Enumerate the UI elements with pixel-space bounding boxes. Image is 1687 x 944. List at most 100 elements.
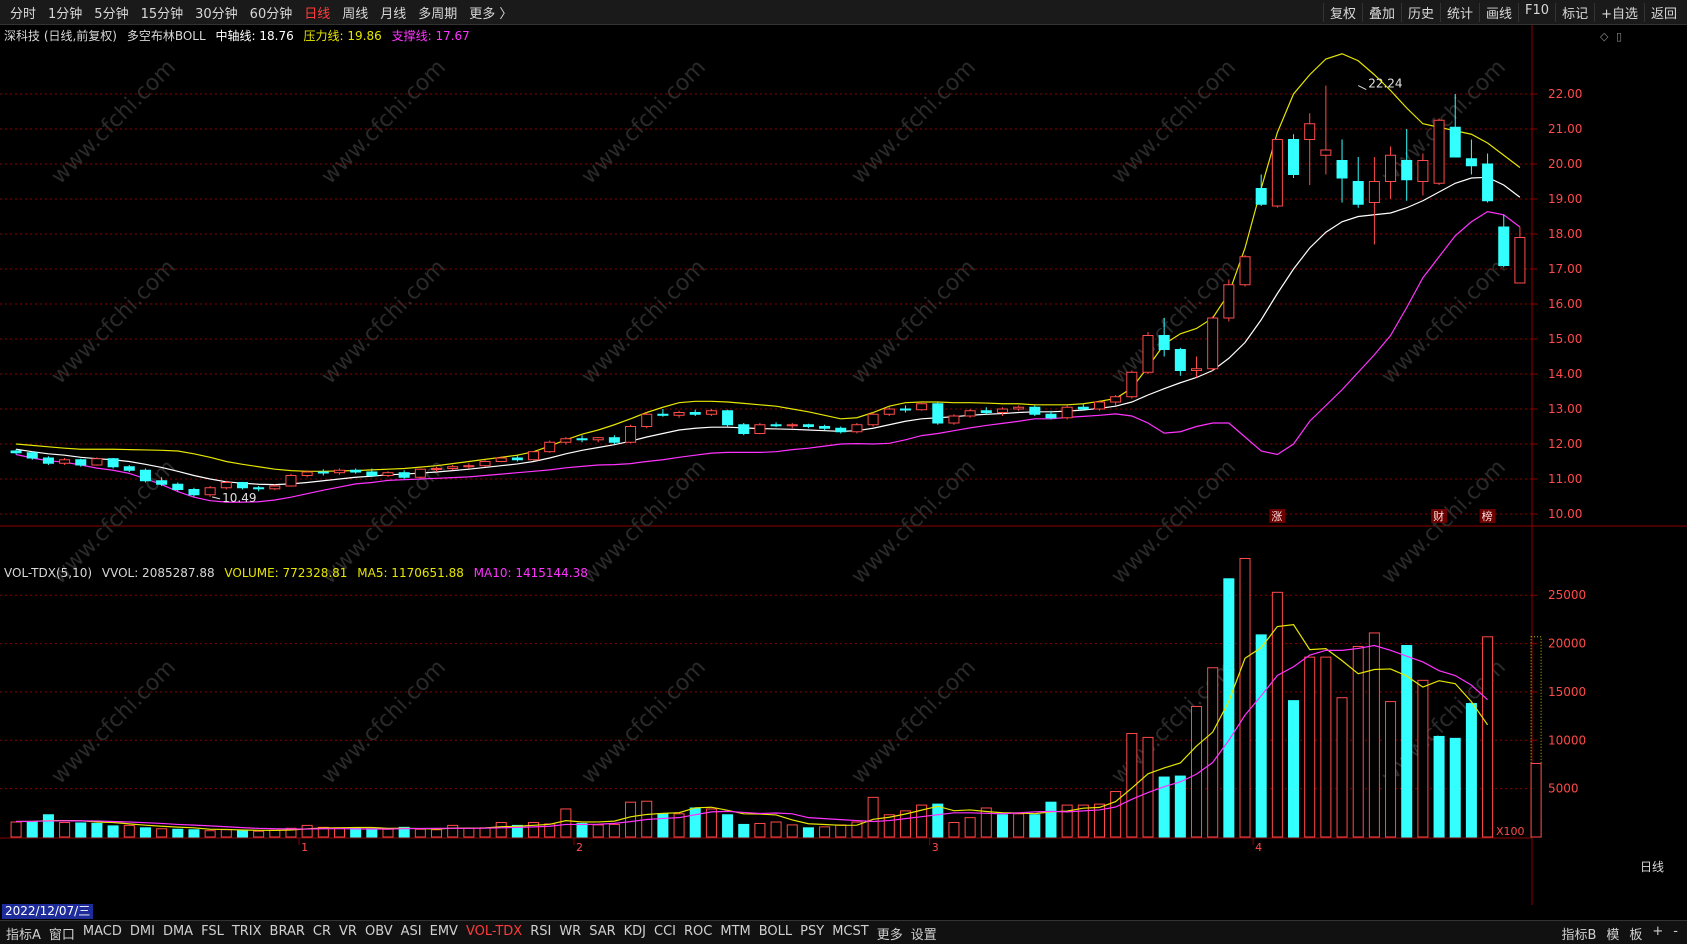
bottom-control-3[interactable]: +: [1647, 924, 1668, 943]
y-tick-label: 21.00: [1548, 122, 1582, 136]
bottom-control-1[interactable]: 模: [1601, 924, 1624, 943]
volume-bar: [156, 828, 168, 838]
action-button-0[interactable]: 复权: [1322, 3, 1362, 22]
candle-body: [1401, 160, 1413, 181]
candle-body: [414, 468, 426, 478]
candle-body: [1061, 406, 1073, 419]
volume-bar: [75, 822, 87, 838]
candle-body: [236, 482, 248, 489]
volume-bar: [1368, 632, 1380, 838]
volume-indicator-info: VOL-TDX(5,10) VVOL: 2085287.88 VOLUME: 7…: [4, 566, 594, 580]
volume-bar: [479, 827, 491, 838]
volume-bar: [722, 814, 734, 838]
period-tab-7[interactable]: 周线: [336, 3, 374, 22]
indicator-tab-23[interactable]: MCST: [828, 924, 873, 943]
action-button-5[interactable]: F10: [1518, 3, 1555, 22]
y-tick-label: 11.00: [1548, 472, 1582, 486]
period-tab-3[interactable]: 15分钟: [135, 3, 190, 22]
volume-bar: [123, 824, 135, 838]
period-tab-2[interactable]: 5分钟: [88, 3, 134, 22]
y-tick-label: 14.00: [1548, 367, 1582, 381]
period-tab-0[interactable]: 分时: [4, 3, 42, 22]
indicator-tab-8[interactable]: CR: [309, 924, 335, 943]
indicator-tab-17[interactable]: KDJ: [620, 924, 650, 943]
indicator-tab-16[interactable]: SAR: [585, 924, 619, 943]
period-tab-10[interactable]: 更多 〉: [463, 3, 518, 22]
bottom-control-4[interactable]: -: [1668, 924, 1683, 943]
candle-body: [819, 426, 831, 429]
volume-bar: [1077, 804, 1089, 838]
action-button-7[interactable]: +自选: [1594, 3, 1644, 22]
action-button-2[interactable]: 历史: [1400, 3, 1440, 22]
ma10-value: MA10: 1415144.38: [473, 566, 588, 580]
action-button-4[interactable]: 画线: [1479, 3, 1518, 22]
volume-bar: [754, 822, 766, 838]
candle-body: [366, 471, 378, 476]
candle-body: [1271, 139, 1283, 207]
bottom-control-0[interactable]: 指标B: [1556, 924, 1601, 943]
candlestick-chart[interactable]: www.cfchi.com www.cfchi.com www.cfchi.com w…: [0, 25, 1687, 918]
x-tick-label: 4: [1255, 841, 1262, 854]
action-button-6[interactable]: 标记: [1555, 3, 1594, 22]
volume-bar: [608, 823, 620, 838]
candle-body: [1158, 335, 1170, 350]
indicator-tab-18[interactable]: CCI: [650, 924, 680, 943]
indicator-tab-2[interactable]: MACD: [79, 924, 126, 943]
period-tab-4[interactable]: 30分钟: [189, 3, 244, 22]
indicator-tab-21[interactable]: BOLL: [755, 924, 796, 943]
volume-bar: [59, 821, 71, 838]
action-button-8[interactable]: 返回: [1643, 3, 1683, 22]
indicator-tab-12[interactable]: EMV: [426, 924, 462, 943]
indicator-tab-14[interactable]: RSI: [526, 924, 555, 943]
volume-bar: [269, 829, 281, 838]
candle-body: [156, 480, 168, 485]
candle-body: [1417, 160, 1429, 182]
vol-indicator-name[interactable]: VOL-TDX(5,10): [4, 566, 92, 580]
volume-bar: [1352, 645, 1364, 838]
period-tab-9[interactable]: 多周期: [412, 3, 463, 22]
period-tab-5[interactable]: 60分钟: [244, 3, 299, 22]
volume-bar: [1029, 814, 1041, 838]
indicator-tab-13[interactable]: VOL-TDX: [462, 924, 526, 943]
y-tick-label: 19.00: [1548, 192, 1582, 206]
indicator-tab-3[interactable]: DMI: [126, 924, 159, 943]
indicator-tab-19[interactable]: ROC: [680, 924, 716, 943]
volume-bar: [738, 823, 750, 838]
indicator-tab-20[interactable]: MTM: [716, 924, 754, 943]
indicator-tab-4[interactable]: DMA: [159, 924, 197, 943]
volume-bar: [107, 825, 119, 838]
y-tick-label: 15.00: [1548, 332, 1582, 346]
action-button-1[interactable]: 叠加: [1361, 3, 1401, 22]
period-tab-1[interactable]: 1分钟: [42, 3, 88, 22]
indicator-tab-9[interactable]: VR: [335, 924, 361, 943]
cursor-date-label: 2022/12/07/三: [2, 904, 94, 919]
indicator-tab-15[interactable]: WR: [555, 924, 585, 943]
volume-bar: [1288, 700, 1300, 838]
indicator-tab-10[interactable]: OBV: [361, 924, 397, 943]
candle-body: [1482, 163, 1494, 202]
stock-name[interactable]: 深科技 (日线,前复权): [4, 29, 117, 43]
period-tab-6[interactable]: 日线: [298, 3, 336, 22]
indicator-tab-22[interactable]: PSY: [796, 924, 828, 943]
volume-bar: [835, 824, 847, 838]
bottom-control-2[interactable]: 板: [1624, 924, 1647, 943]
indicator-tab-24[interactable]: 更多: [873, 924, 907, 943]
volume-bar: [705, 808, 717, 838]
period-tab-8[interactable]: 月线: [374, 3, 412, 22]
indicator-tab-11[interactable]: ASI: [397, 924, 426, 943]
action-button-3[interactable]: 统计: [1440, 3, 1479, 22]
volume-bar: [996, 814, 1008, 838]
volume-bar: [463, 827, 475, 838]
indicator-tab-25[interactable]: 设置: [907, 924, 941, 943]
indicator-tab-6[interactable]: TRIX: [228, 924, 266, 943]
indicator-name[interactable]: 多空布林BOLL: [127, 29, 206, 43]
volume-bar: [802, 827, 814, 838]
candle-body: [75, 459, 87, 466]
indicator-tab-5[interactable]: FSL: [197, 924, 228, 943]
indicator-tab-1[interactable]: 窗口: [45, 924, 79, 943]
candle-body: [1110, 396, 1122, 403]
boll-mid-value: 中轴线: 18.76: [215, 29, 294, 43]
indicator-tab-0[interactable]: 指标A: [2, 924, 45, 943]
indicator-tab-7[interactable]: BRAR: [266, 924, 309, 943]
candle-body: [754, 424, 766, 434]
